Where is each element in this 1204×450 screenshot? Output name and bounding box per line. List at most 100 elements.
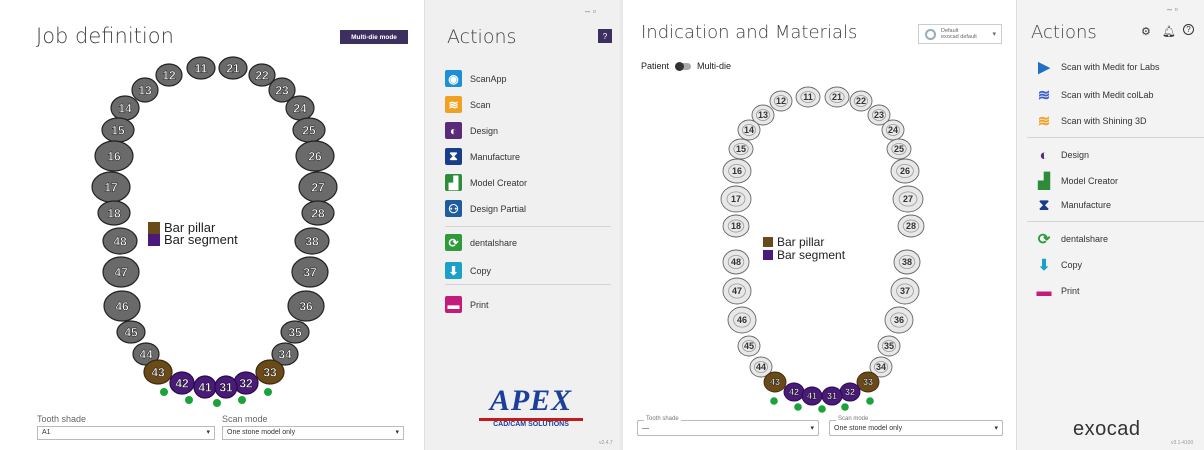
tooth-15[interactable]: 15 xyxy=(101,117,135,143)
tooth-26[interactable]: 26 xyxy=(295,140,335,172)
action-manufacture[interactable]: ⧗ Manufacture xyxy=(445,148,520,165)
tooth-47[interactable]: 47 xyxy=(722,277,752,305)
tooth-13[interactable]: 13 xyxy=(131,77,159,103)
tooth-43[interactable]: 43 xyxy=(763,371,787,393)
tooth-31[interactable]: 31 xyxy=(821,386,843,406)
tooth-shade-value: A1 xyxy=(42,429,51,436)
tooth-35[interactable]: 35 xyxy=(280,320,310,344)
connector-dot[interactable] xyxy=(841,403,849,411)
tooth-11[interactable]: 11 xyxy=(186,56,216,80)
connector-dot[interactable] xyxy=(264,388,272,396)
tooth-41[interactable]: 41 xyxy=(193,375,217,399)
action-design[interactable]: ◐ Design xyxy=(445,122,498,139)
tooth-42[interactable]: 42 xyxy=(783,382,805,402)
tooth-18[interactable]: 18 xyxy=(97,200,131,226)
tooth-11[interactable]: 11 xyxy=(795,86,821,108)
action-model-creator[interactable]: ▟ Model Creator xyxy=(1035,172,1118,190)
action-print[interactable]: ▬ Print xyxy=(445,296,489,313)
tooth-48[interactable]: 48 xyxy=(722,249,750,275)
action-shining3d[interactable]: ≋ Scan with Shining 3D xyxy=(1035,112,1147,130)
tooth-36[interactable]: 36 xyxy=(287,290,325,322)
tooth-36[interactable]: 36 xyxy=(884,306,914,334)
tooth-12[interactable]: 12 xyxy=(769,90,793,112)
scan-mode-label: Scan mode xyxy=(836,416,871,422)
tooth-31[interactable]: 31 xyxy=(214,375,238,399)
tooth-38[interactable]: 38 xyxy=(893,249,921,275)
tooth-16[interactable]: 16 xyxy=(722,158,752,184)
tooth-48[interactable]: 48 xyxy=(102,227,138,255)
connector-dot[interactable] xyxy=(794,403,802,411)
tooth-33[interactable]: 33 xyxy=(856,371,880,393)
tooth-42[interactable]: 42 xyxy=(169,371,195,395)
tooth-46[interactable]: 46 xyxy=(103,290,141,322)
tooth-17[interactable]: 17 xyxy=(720,185,752,213)
action-dentalshare[interactable]: ⟳ dentalshare xyxy=(1035,230,1108,248)
tooth-28[interactable]: 28 xyxy=(897,214,925,238)
tooth-21[interactable]: 21 xyxy=(218,56,248,80)
tooth-27[interactable]: 27 xyxy=(298,171,338,203)
tooth-18[interactable]: 18 xyxy=(722,214,750,238)
tooth-17[interactable]: 17 xyxy=(91,171,131,203)
action-manufacture[interactable]: ⧗ Manufacture xyxy=(1035,196,1111,214)
tooth-28[interactable]: 28 xyxy=(301,200,335,226)
window-controls[interactable]: – ▫ xyxy=(1167,4,1178,14)
connector-dot[interactable] xyxy=(818,405,826,413)
tooth-43[interactable]: 43 xyxy=(143,359,173,385)
action-print[interactable]: ▬ Print xyxy=(1035,282,1080,300)
multi-die-mode-button[interactable]: Multi-die mode xyxy=(340,30,408,44)
action-copy[interactable]: ⬇ Copy xyxy=(445,262,491,279)
connector-dot[interactable] xyxy=(770,397,778,405)
tooth-24[interactable]: 24 xyxy=(881,119,905,141)
help-button[interactable]: ? xyxy=(598,29,612,43)
bell-icon[interactable]: 🔔︎ xyxy=(1162,25,1176,38)
tooth-shade-select[interactable]: Tooth shade — ▾ xyxy=(637,416,819,436)
tooth-14[interactable]: 14 xyxy=(110,95,140,121)
connector-dot[interactable] xyxy=(213,399,221,407)
tooth-12[interactable]: 12 xyxy=(155,63,183,87)
tooth-25[interactable]: 25 xyxy=(292,117,326,143)
gear-icon[interactable]: ⚙ xyxy=(1141,25,1151,38)
scan-mode-select[interactable]: One stone model only ▾ xyxy=(222,426,404,440)
action-scan[interactable]: ≋ Scan xyxy=(445,96,491,113)
tooth-37[interactable]: 37 xyxy=(890,277,920,305)
tooth-16[interactable]: 16 xyxy=(94,140,134,172)
tooth-35[interactable]: 35 xyxy=(877,335,901,357)
tooth-41[interactable]: 41 xyxy=(801,386,823,406)
tooth-32[interactable]: 32 xyxy=(839,382,861,402)
tooth-32[interactable]: 32 xyxy=(233,371,259,395)
tooth-shade-select[interactable]: A1 ▾ xyxy=(37,426,215,440)
profile-dropdown[interactable]: Default exocad default ▾ xyxy=(918,24,1002,44)
tooth-number: 41 xyxy=(807,391,817,401)
action-model-creator[interactable]: ▟ Model Creator xyxy=(445,174,527,191)
tooth-22[interactable]: 22 xyxy=(849,90,873,112)
connector-dot[interactable] xyxy=(185,396,193,404)
connector-dot[interactable] xyxy=(866,397,874,405)
action-medit-collab[interactable]: ≋ Scan with Medit colLab xyxy=(1035,86,1154,104)
tooth-37[interactable]: 37 xyxy=(291,256,329,288)
action-design[interactable]: ◐ Design xyxy=(1035,146,1089,164)
action-design-partial[interactable]: ⚇ Design Partial xyxy=(445,200,526,217)
connector-dot[interactable] xyxy=(238,396,246,404)
tooth-46[interactable]: 46 xyxy=(727,306,757,334)
tooth-21[interactable]: 21 xyxy=(824,86,850,108)
window-controls[interactable]: – ▫ xyxy=(585,6,596,16)
action-scanapp[interactable]: ◉ ScanApp xyxy=(445,70,507,87)
scan-mode-select[interactable]: Scan mode One stone model only ▾ xyxy=(829,416,1003,436)
tooth-33[interactable]: 33 xyxy=(255,359,285,385)
tooth-45[interactable]: 45 xyxy=(737,335,761,357)
tooth-38[interactable]: 38 xyxy=(294,227,330,255)
action-copy[interactable]: ⬇ Copy xyxy=(1035,256,1082,274)
tooth-25[interactable]: 25 xyxy=(886,138,912,160)
tooth-14[interactable]: 14 xyxy=(737,119,761,141)
tooth-47[interactable]: 47 xyxy=(102,256,140,288)
toggle-switch[interactable] xyxy=(675,61,692,71)
tooth-27[interactable]: 27 xyxy=(892,185,924,213)
action-medit[interactable]: ▶ Scan with Medit for Labs xyxy=(1035,58,1159,76)
action-dentalshare[interactable]: ⟳ dentalshare xyxy=(445,234,517,251)
tooth-26[interactable]: 26 xyxy=(890,158,920,184)
tooth-24[interactable]: 24 xyxy=(285,95,315,121)
help-icon[interactable]: ? xyxy=(1183,24,1194,35)
tooth-15[interactable]: 15 xyxy=(728,138,754,160)
tooth-45[interactable]: 45 xyxy=(116,320,146,344)
connector-dot[interactable] xyxy=(160,388,168,396)
